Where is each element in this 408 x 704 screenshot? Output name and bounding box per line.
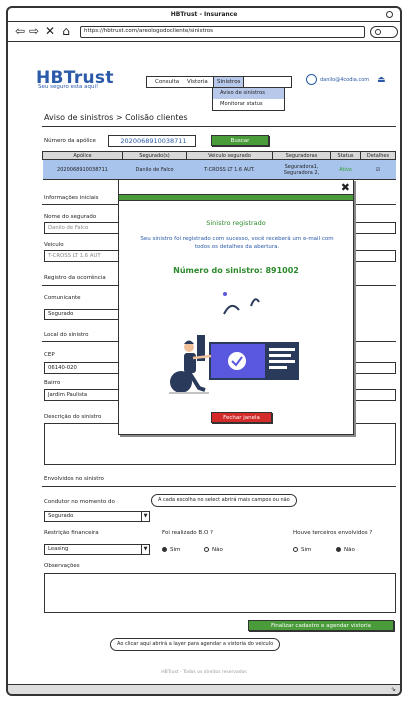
sinistros-dropdown: Aviso de sinistros Monitorar status bbox=[212, 87, 285, 111]
radio-checked-icon bbox=[162, 547, 167, 552]
footer: HBTrust - Todos os direitos reservados bbox=[161, 670, 247, 675]
table-row[interactable]: 2020068910038711 Danilo de Falco T-CROSS… bbox=[42, 159, 396, 180]
title-bar: HBTrust - Insurance bbox=[8, 8, 400, 22]
back-icon[interactable]: ⇦ bbox=[14, 25, 26, 38]
insured-name-label: Nome do segurado bbox=[44, 214, 97, 220]
third-no-radio[interactable]: Não bbox=[336, 547, 355, 553]
radio-unchecked-icon bbox=[293, 547, 298, 552]
finalize-button[interactable]: Finalizar cadastro e agendar vistoria bbox=[248, 620, 394, 631]
status-cell: Ativo bbox=[330, 159, 361, 180]
status-bar: ⇘ bbox=[8, 684, 400, 694]
finalize-annotation: Ao clicar aqui abrirá a layer para agend… bbox=[110, 638, 281, 651]
chevron-down-icon: ▼ bbox=[141, 512, 149, 521]
menu-item-sinistros[interactable]: Sinistros bbox=[213, 77, 245, 87]
forward-icon[interactable]: ⇨ bbox=[28, 25, 40, 38]
navigation-bar: ⇦ ⇨ ✕ ⌂ https://hbtrust.com/areologodocl… bbox=[8, 22, 400, 42]
dropdown-item-monitorar[interactable]: Monitorar status bbox=[213, 99, 284, 110]
column-header: Detalhes bbox=[360, 151, 396, 160]
user-email[interactable]: danilo@4codia.com bbox=[320, 77, 369, 83]
menu-item-consulta[interactable]: Consulta bbox=[155, 77, 179, 87]
modal-title: Sinistro registrado bbox=[206, 219, 266, 227]
vehicle-cell: T-CROSS LT 1.6 AUT. bbox=[186, 159, 273, 180]
section-initial-info: Informações iniciais bbox=[44, 195, 99, 201]
success-modal: ✖ Sinistro registrado Seu sinistro foi r… bbox=[118, 179, 354, 435]
bo-yes-radio[interactable]: Sim bbox=[162, 547, 180, 553]
insurers-cell: Seguradora1, Seguradora 2, bbox=[272, 159, 331, 180]
bo-no-label: Não bbox=[212, 547, 223, 553]
restriction-value: Leasing bbox=[48, 546, 69, 552]
policy-number-label: Número da apólice bbox=[44, 138, 96, 144]
third-no-label: Não bbox=[344, 547, 355, 553]
page-content: HBTrust Seu seguro esta aqui! Consulta V… bbox=[8, 44, 400, 684]
window-title: HBTrust - Insurance bbox=[170, 11, 238, 18]
modal-header-bar bbox=[119, 194, 353, 201]
bo-yes-label: Sim bbox=[170, 547, 181, 553]
window-control-icon[interactable] bbox=[386, 11, 393, 18]
divider bbox=[42, 126, 396, 127]
policy-cell: 2020068910038711 bbox=[42, 159, 123, 180]
observations-textarea[interactable] bbox=[44, 573, 396, 613]
district-label: Bairro bbox=[44, 380, 61, 386]
search-button[interactable]: Buscar bbox=[211, 135, 269, 146]
table-header-row: Apólice Segurado(s) Veiculo segurado Seg… bbox=[42, 151, 396, 160]
radio-unchecked-icon bbox=[204, 547, 209, 552]
vehicle-label: Veiculo bbox=[44, 242, 64, 248]
user-icon[interactable] bbox=[306, 74, 317, 85]
third-yes-label: Sim bbox=[301, 547, 312, 553]
brand-tagline: Seu seguro esta aqui! bbox=[38, 84, 99, 90]
driver-label: Condutor no momento do bbox=[44, 499, 115, 505]
column-header: Status bbox=[330, 151, 361, 160]
cep-label: CEP bbox=[44, 352, 55, 358]
section-involved: Envolvidos no sinistro bbox=[44, 476, 104, 482]
description-label: Descrição do sinistro bbox=[44, 414, 102, 420]
close-icon[interactable]: ✖ bbox=[341, 181, 350, 194]
browser-window: HBTrust - Insurance ⇦ ⇨ ✕ ⌂ https://hbtr… bbox=[6, 6, 402, 696]
close-icon[interactable]: ✕ bbox=[44, 25, 56, 38]
radio-checked-icon bbox=[336, 547, 341, 552]
driver-value: Segurado bbox=[48, 513, 74, 519]
section-location: Local do sinistro bbox=[44, 332, 89, 338]
column-header: Segurado(s) bbox=[122, 151, 187, 160]
reporter-value: Segurado bbox=[48, 311, 74, 317]
bo-label: Foi realizado B.O ? bbox=[162, 530, 213, 536]
column-header: Seguradoras bbox=[272, 151, 331, 160]
close-window-button[interactable]: Fechar janela bbox=[211, 412, 272, 423]
chevron-down-icon: ▼ bbox=[141, 545, 149, 554]
resize-handle-icon[interactable]: ⇘ bbox=[391, 686, 396, 693]
menu-item-vistoria[interactable]: Vistoria bbox=[187, 77, 208, 87]
bo-no-radio[interactable]: Não bbox=[204, 547, 223, 553]
driver-annotation: A cada escolha no select abrirá mais cam… bbox=[151, 494, 297, 507]
column-header: Veiculo segurado bbox=[186, 151, 273, 160]
third-party-label: Houve terceiros envolvidos ? bbox=[293, 530, 373, 536]
observations-label: Observações bbox=[44, 563, 80, 569]
success-illustration bbox=[169, 292, 299, 394]
third-yes-radio[interactable]: Sim bbox=[293, 547, 311, 553]
page-title: Aviso de sinistros > Colisão clientes bbox=[44, 113, 188, 122]
browser-search-button[interactable] bbox=[370, 26, 398, 38]
dropdown-item-aviso[interactable]: Aviso de sinistros bbox=[213, 88, 284, 99]
column-header: Apólice bbox=[42, 151, 123, 160]
insured-cell: Danilo de Falco bbox=[122, 159, 187, 180]
claim-number: Número do sinistro: 891002 bbox=[173, 266, 299, 275]
divider bbox=[42, 486, 396, 487]
driver-select[interactable]: Segurado ▼ bbox=[44, 511, 150, 522]
restriction-label: Restrição financeira bbox=[44, 530, 99, 536]
search-icon bbox=[375, 29, 381, 35]
home-icon[interactable]: ⌂ bbox=[60, 25, 72, 38]
reporter-label: Comunicante bbox=[44, 295, 81, 301]
logout-icon[interactable]: ⏏ bbox=[377, 75, 386, 85]
policy-number-input[interactable]: 2020068910038711 bbox=[108, 135, 196, 147]
results-table: Apólice Segurado(s) Veiculo segurado Seg… bbox=[42, 151, 396, 180]
address-bar[interactable]: https://hbtrust.com/areologodocliente/si… bbox=[80, 26, 365, 38]
details-checkbox-icon[interactable]: ☑ bbox=[360, 159, 396, 180]
section-occurrence: Registro da ocorrência bbox=[44, 275, 106, 281]
modal-message: Seu sinistro foi registrado com sucesso,… bbox=[140, 236, 334, 250]
restriction-select[interactable]: Leasing ▼ bbox=[44, 544, 150, 555]
